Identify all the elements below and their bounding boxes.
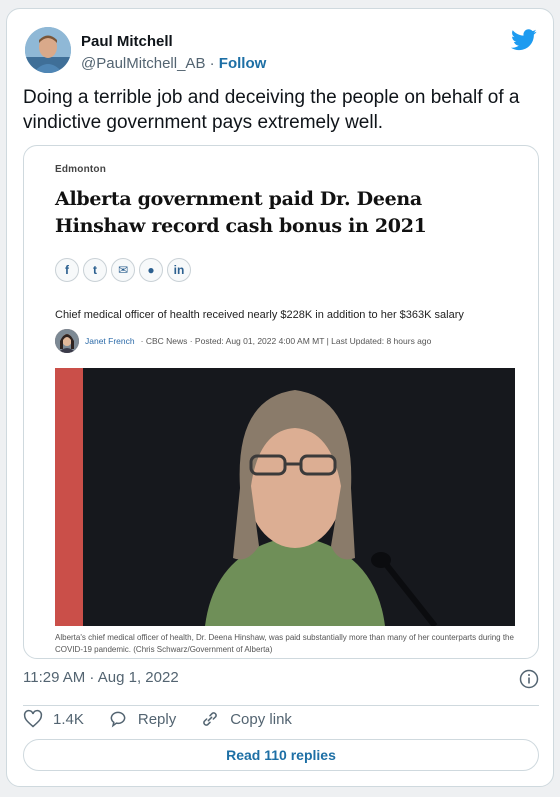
reply-bubble-icon bbox=[110, 711, 126, 728]
facebook-icon[interactable]: f bbox=[55, 258, 79, 282]
read-replies-button[interactable]: Read 110 replies bbox=[23, 739, 539, 771]
follow-button[interactable]: Follow bbox=[219, 55, 267, 72]
author-handle-row: @PaulMitchell_AB · Follow bbox=[81, 55, 266, 72]
heart-icon bbox=[23, 709, 43, 728]
tweet-header: Paul Mitchell @PaulMitchell_AB · Follow bbox=[25, 27, 537, 81]
like-count: 1.4K bbox=[53, 710, 84, 728]
divider bbox=[23, 705, 539, 706]
tweet-timestamp-row: 11:29 AM · Aug 1, 2022 bbox=[23, 669, 539, 689]
share-buttons: f t ✉ ● in bbox=[55, 258, 191, 282]
author-photo bbox=[55, 329, 79, 353]
reply-label: Reply bbox=[137, 710, 177, 728]
author-name[interactable]: Paul Mitchell bbox=[81, 33, 173, 50]
article-meta: · CBC News · Posted: Aug 01, 2022 4:00 A… bbox=[140, 336, 432, 346]
copy-link-label: Copy link bbox=[230, 710, 292, 728]
reply-button[interactable]: Reply bbox=[108, 709, 176, 729]
email-icon[interactable]: ✉ bbox=[111, 258, 135, 282]
author-avatar[interactable] bbox=[25, 27, 71, 73]
photo-caption: Alberta's chief medical officer of healt… bbox=[55, 633, 514, 654]
twitter-icon[interactable]: t bbox=[83, 258, 107, 282]
article-author-link[interactable]: Janet French bbox=[85, 336, 135, 346]
article-byline: Janet French · CBC News · Posted: Aug 01… bbox=[55, 328, 431, 354]
tweet-text: Doing a terrible job and deceiving the p… bbox=[23, 87, 520, 133]
info-icon[interactable] bbox=[519, 669, 539, 689]
tweet-card: Paul Mitchell @PaulMitchell_AB · Follow … bbox=[6, 8, 554, 787]
article-headline[interactable]: Alberta government paid Dr. Deena Hinsha… bbox=[55, 186, 515, 240]
article-card[interactable]: Edmonton Alberta government paid Dr. Dee… bbox=[23, 145, 539, 659]
reddit-icon[interactable]: ● bbox=[139, 258, 163, 282]
tweet-timestamp[interactable]: 11:29 AM · Aug 1, 2022 bbox=[23, 669, 179, 686]
link-icon bbox=[203, 712, 218, 726]
article-section: Edmonton bbox=[55, 164, 107, 175]
tweet-actions: 1.4K Reply Copy link bbox=[23, 709, 539, 729]
article-deck: Chief medical officer of health received… bbox=[55, 309, 464, 321]
twitter-bird-icon[interactable] bbox=[511, 29, 537, 51]
author-handle[interactable]: @PaulMitchell_AB bbox=[81, 55, 205, 72]
like-button[interactable]: 1.4K bbox=[23, 709, 84, 729]
article-photo bbox=[55, 368, 515, 626]
linkedin-icon[interactable]: in bbox=[167, 258, 191, 282]
separator-dot: · bbox=[209, 55, 215, 72]
copy-link-button[interactable]: Copy link bbox=[200, 709, 292, 729]
